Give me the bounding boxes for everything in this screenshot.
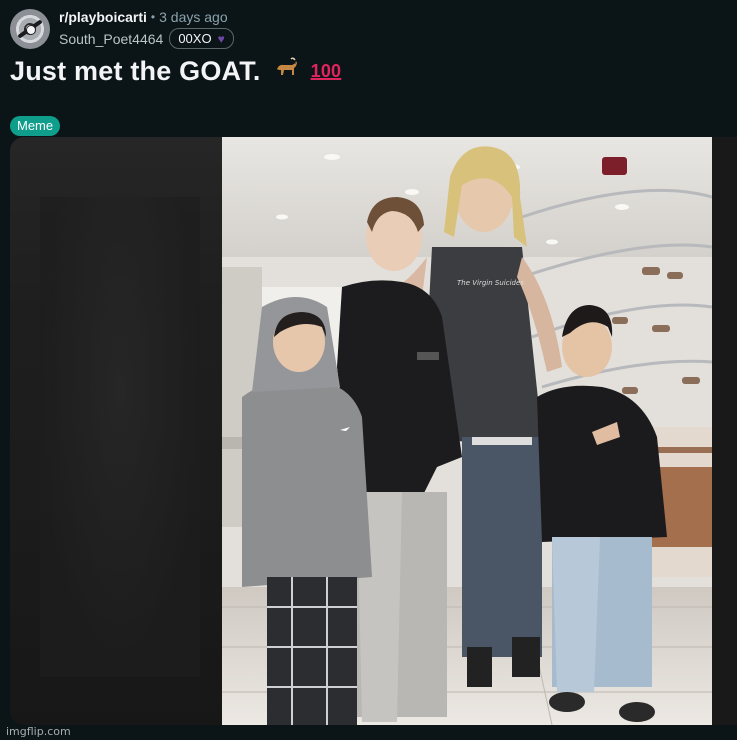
post-flair-tag[interactable]: Meme (10, 116, 61, 136)
meta-separator: • (150, 10, 156, 24)
post-timestamp: 3 days ago (159, 9, 228, 25)
author-row: South_Poet4464 00XO ♥ (59, 28, 234, 49)
user-flair-text: 00XO (178, 30, 212, 46)
user-flair: 00XO ♥ (169, 28, 234, 49)
purple-heart-icon: ♥ (217, 31, 225, 46)
author-username[interactable]: South_Poet4464 (59, 30, 163, 48)
blurred-background-left (10, 137, 222, 725)
post-title-text: Just met the GOAT. (10, 55, 261, 86)
goat-icon (273, 55, 299, 87)
shirt-text: The Virgin Suicides (457, 279, 524, 287)
blurred-background-right (712, 137, 737, 725)
post-media[interactable]: The Virgin Suicides (10, 137, 737, 725)
imgflip-watermark: imgflip.com (6, 725, 71, 738)
post-header: r/playboicarti • 3 days ago South_Poet44… (10, 8, 234, 49)
post-meta-row: r/playboicarti • 3 days ago (59, 8, 234, 26)
post-meta: r/playboicarti • 3 days ago South_Poet44… (59, 8, 234, 49)
post-photo[interactable]: The Virgin Suicides (222, 137, 712, 725)
hundred-points-icon: 100 (310, 60, 342, 81)
photo-illustration: The Virgin Suicides (222, 137, 712, 725)
reddit-post-screenshot: r/playboicarti • 3 days ago South_Poet44… (0, 0, 737, 740)
post-title[interactable]: Just met the GOAT. 100 (10, 55, 341, 87)
subreddit-avatar-icon[interactable] (10, 8, 50, 49)
subreddit-link[interactable]: r/playboicarti (59, 8, 147, 26)
